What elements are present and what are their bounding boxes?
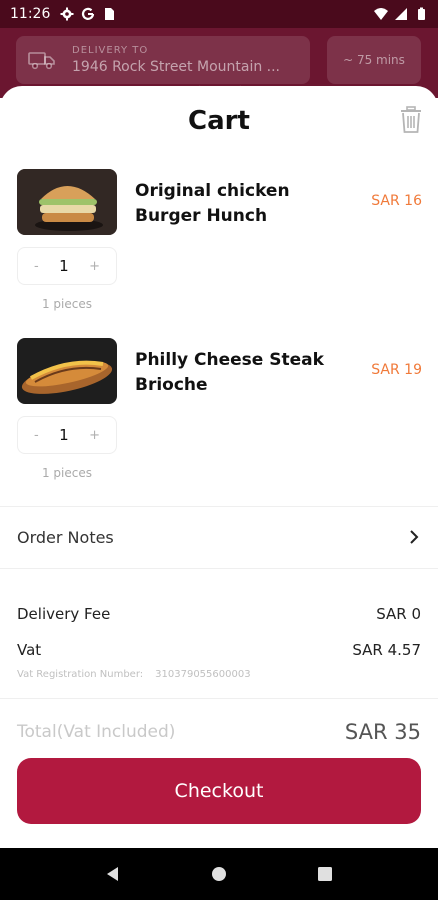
total-label-sub: (Vat Included) <box>56 722 176 742</box>
google-g-icon <box>82 7 95 20</box>
back-icon[interactable] <box>104 865 122 883</box>
delivery-label: DELIVERY TO <box>72 45 149 56</box>
page-title: Cart <box>188 106 250 136</box>
signal-icon <box>395 8 407 20</box>
chevron-right-icon <box>410 530 419 544</box>
vat-value: SAR 4.57 <box>352 641 421 659</box>
system-nav-bar <box>0 848 438 900</box>
battery-icon <box>418 7 425 20</box>
status-icons-left <box>60 7 116 21</box>
gear-icon <box>60 7 74 21</box>
cart-item: Philly Cheese Steak Brioche SAR 19 - 1 +… <box>0 338 438 498</box>
decrease-quantity-button[interactable]: - <box>34 259 39 274</box>
item-price: SAR 19 <box>371 362 422 378</box>
vat-row: Vat SAR 4.57 <box>17 641 421 659</box>
delivery-truck-icon <box>28 52 55 70</box>
total-label: Total(Vat Included) <box>17 722 175 742</box>
vat-registration-number: 310379055600003 <box>155 669 251 680</box>
increase-quantity-button[interactable]: + <box>89 428 100 443</box>
clear-cart-trash-icon[interactable] <box>398 106 424 134</box>
delivery-address-selector[interactable]: DELIVERY TO 1946 Rock Street Mountain ..… <box>16 36 310 84</box>
quantity-value: 1 <box>59 426 69 444</box>
vat-label: Vat <box>17 641 42 659</box>
quantity-stepper: - 1 + <box>17 247 117 285</box>
cart-item: Original chicken Burger Hunch SAR 16 - 1… <box>0 169 438 329</box>
item-name: Philly Cheese Steak Brioche <box>135 350 324 395</box>
total-label-main: Total <box>17 722 57 742</box>
quantity-stepper: - 1 + <box>17 416 117 454</box>
status-bar: 11:26 <box>0 0 438 28</box>
wifi-icon <box>374 8 388 20</box>
vat-registration-label: Vat Registration Number: <box>17 669 144 680</box>
recent-apps-icon[interactable] <box>316 865 334 883</box>
status-time: 11:26 <box>10 6 51 22</box>
vat-registration: Vat Registration Number: 310379055600003 <box>17 669 251 680</box>
quantity-value: 1 <box>59 257 69 275</box>
eta-badge: ~ 75 mins <box>327 36 421 84</box>
divider <box>0 568 438 569</box>
divider <box>0 698 438 699</box>
status-icons-right <box>374 7 428 21</box>
delivery-fee-value: SAR 0 <box>376 605 421 623</box>
item-pieces: 1 pieces <box>41 466 92 480</box>
order-notes-label: Order Notes <box>17 527 114 547</box>
checkout-button[interactable]: Checkout <box>17 758 421 824</box>
delivery-fee-label: Delivery Fee <box>17 605 111 623</box>
burger-image <box>17 169 117 235</box>
increase-quantity-button[interactable]: + <box>89 259 100 274</box>
item-pieces: 1 pieces <box>41 297 92 311</box>
item-price: SAR 16 <box>371 193 422 209</box>
sim-card-icon <box>105 8 115 20</box>
sandwich-image <box>17 338 117 404</box>
item-name: Original chicken Burger Hunch <box>135 181 290 226</box>
decrease-quantity-button[interactable]: - <box>34 428 39 443</box>
order-notes-row[interactable]: Order Notes <box>0 506 438 568</box>
home-icon[interactable] <box>210 865 228 883</box>
delivery-fee-row: Delivery Fee SAR 0 <box>17 605 421 623</box>
cart-sheet: Cart Original chicken Burger Hunch SAR 1… <box>0 86 438 848</box>
total-row: Total(Vat Included) SAR 35 <box>17 720 421 744</box>
delivery-address: 1946 Rock Street Mountain ... <box>72 59 281 75</box>
total-value: SAR 35 <box>344 720 421 744</box>
